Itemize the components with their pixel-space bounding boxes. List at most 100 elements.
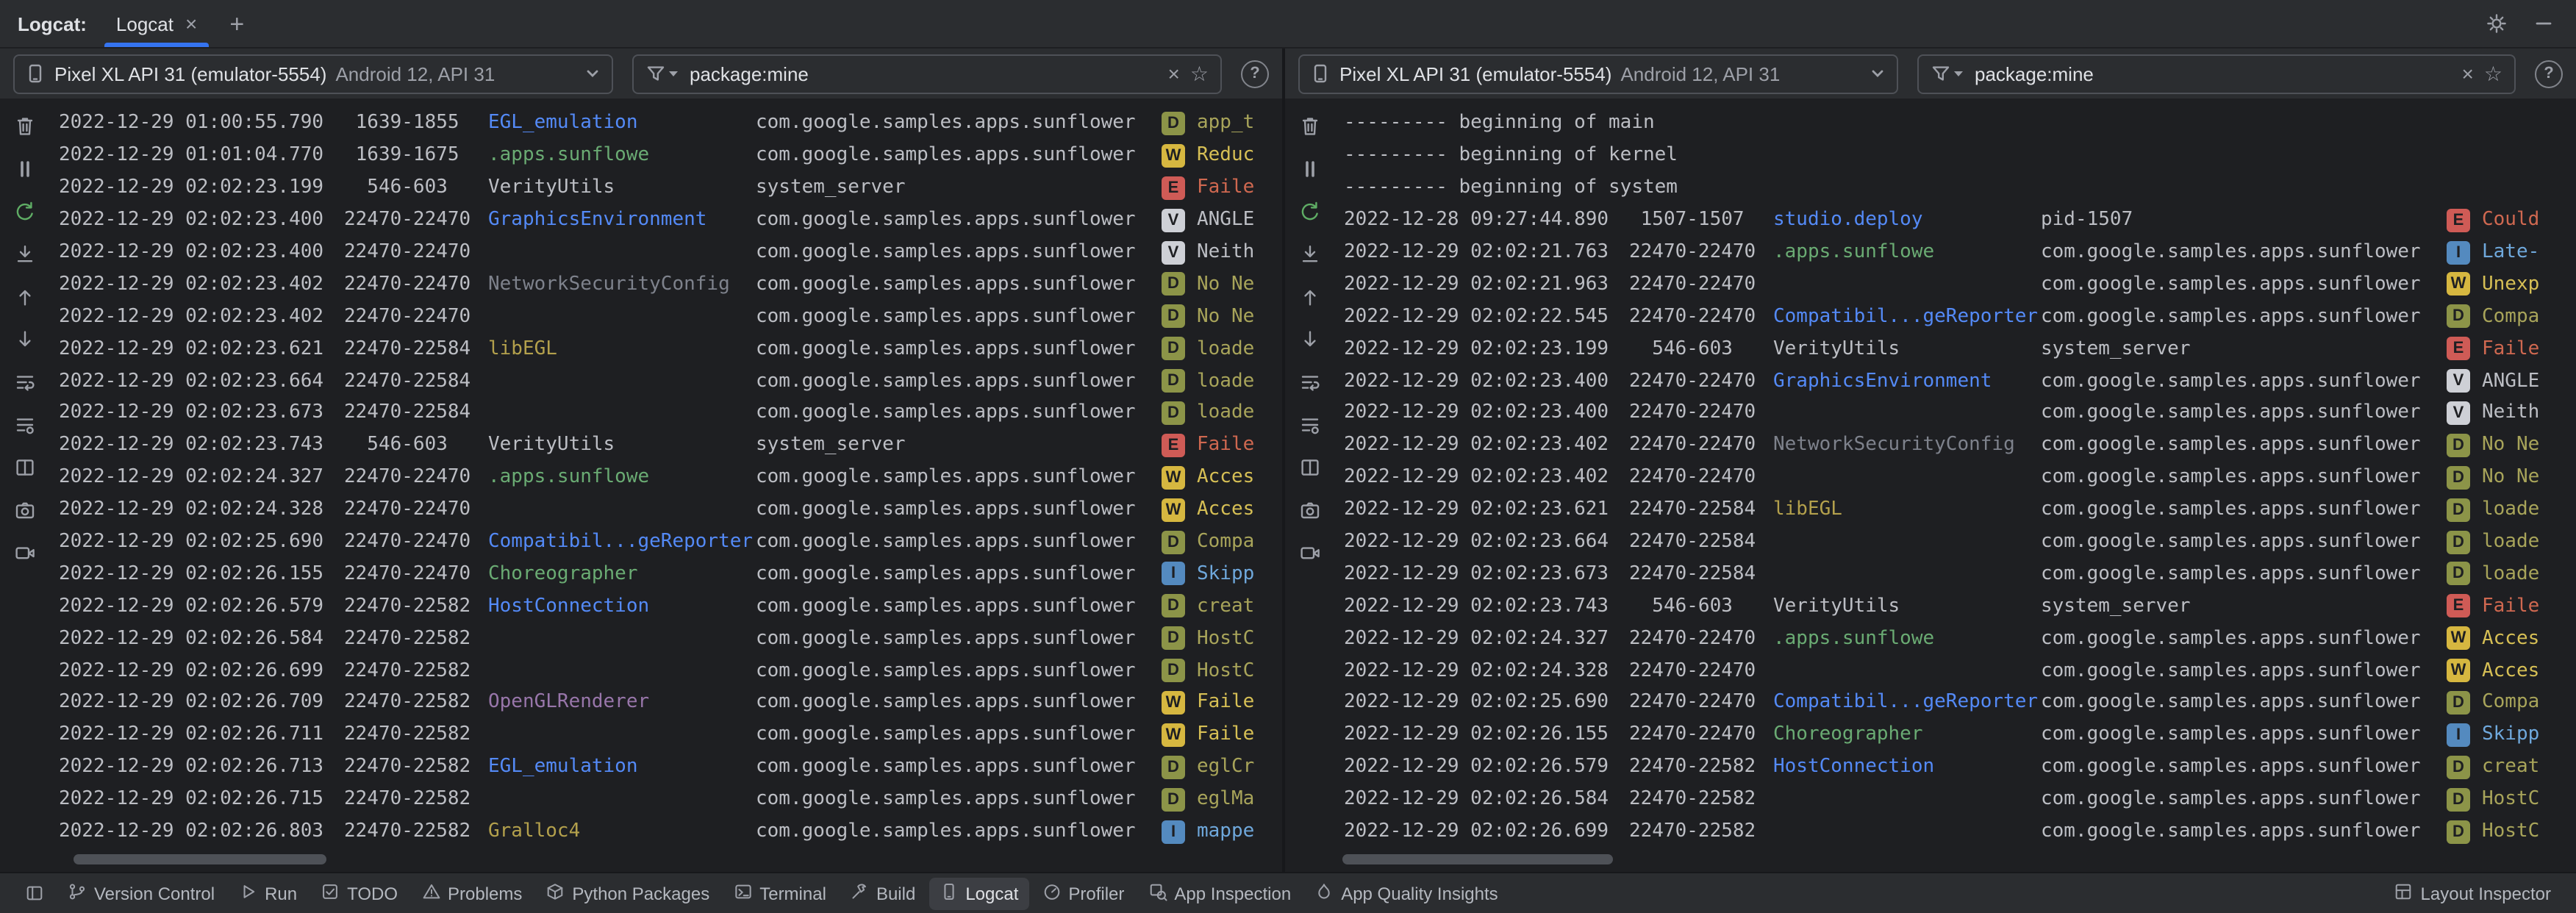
log-row[interactable]: 2022-12-29 02:02:25.690 22470-22470 Compat…: [59, 526, 1282, 558]
log-row[interactable]: 2022-12-29 02:02:23.621 22470-22584 libEGL…: [1344, 493, 2576, 526]
log-row[interactable]: 2022-12-29 02:02:26.715 22470-22582 com.go…: [59, 783, 1282, 815]
statusbar-item-build[interactable]: Build: [840, 877, 926, 909]
scroll-to-end-icon[interactable]: [1295, 240, 1325, 269]
log-row[interactable]: 2022-12-29 02:02:25.690 22470-22470 Compat…: [1344, 687, 2576, 719]
statusbar-item-todo[interactable]: TODO: [310, 877, 408, 909]
log-row[interactable]: 2022-12-29 02:02:21.763 22470-22470 .apps.…: [1344, 236, 2576, 268]
statusbar-item-app-inspection[interactable]: App Inspection: [1137, 877, 1301, 909]
favorite-filter-star-icon[interactable]: ☆: [2484, 63, 2502, 84]
log-row[interactable]: 2022-12-28 09:27:44.890 1507-1507 studio.…: [1344, 204, 2576, 236]
filter-query-text[interactable]: package:mine: [690, 62, 1158, 85]
log-row[interactable]: 2022-12-29 02:02:26.584 22470-22582 com.go…: [1344, 783, 2576, 815]
statusbar-item-app-quality-insights[interactable]: App Quality Insights: [1304, 877, 1508, 909]
tab-close-icon[interactable]: ×: [185, 13, 197, 34]
record-screen-icon[interactable]: [10, 538, 40, 568]
statusbar-item-problems[interactable]: Problems: [411, 877, 532, 909]
log-row[interactable]: 2022-12-29 02:02:23.199 546-603 VerityUti…: [59, 172, 1282, 204]
log-row[interactable]: 2022-12-29 02:02:26.699 22470-22582 com.go…: [59, 654, 1282, 687]
log-row[interactable]: 2022-12-29 02:02:22.545 22470-22470 Compat…: [1344, 301, 2576, 333]
split-panels-icon[interactable]: [10, 453, 40, 482]
log-row[interactable]: 2022-12-29 02:02:23.402 22470-22470 com.go…: [59, 301, 1282, 333]
statusbar-item-version-control[interactable]: Version Control: [57, 877, 225, 909]
log-row[interactable]: 2022-12-29 02:02:26.584 22470-22582 com.go…: [59, 623, 1282, 655]
log-row[interactable]: --------- beginning of system: [1344, 172, 2576, 204]
log-row[interactable]: --------- beginning of kernel: [1344, 140, 2576, 172]
restart-logcat-icon[interactable]: [1295, 197, 1325, 226]
configure-logcat-options-icon[interactable]: [10, 410, 40, 440]
log-row[interactable]: 2022-12-29 02:02:23.400 22470-22470 com.go…: [1344, 397, 2576, 429]
clear-filter-icon[interactable]: ×: [2462, 63, 2474, 84]
soft-wrap-icon[interactable]: [10, 368, 40, 397]
log-row[interactable]: 2022-12-29 02:02:26.711 22470-22582 com.go…: [59, 719, 1282, 751]
log-row[interactable]: 2022-12-29 02:02:26.579 22470-22582 HostCo…: [1344, 751, 2576, 784]
statusbar-item-logcat[interactable]: Logcat: [929, 877, 1029, 909]
log-row[interactable]: 2022-12-29 02:02:26.713 22470-22582 EGL_em…: [59, 751, 1282, 784]
log-row[interactable]: 2022-12-29 02:02:23.621 22470-22584 libEGL…: [59, 332, 1282, 365]
scroll-to-end-icon[interactable]: [10, 240, 40, 269]
new-logcat-tab-button[interactable]: +: [215, 11, 259, 36]
configure-logcat-options-icon[interactable]: [1295, 410, 1325, 440]
favorite-filter-star-icon[interactable]: ☆: [1190, 63, 1209, 84]
log-row[interactable]: 2022-12-29 02:02:23.402 22470-22470 com.go…: [1344, 462, 2576, 494]
horizontal-scrollbar[interactable]: [1342, 854, 1613, 864]
log-row[interactable]: 2022-12-29 02:02:23.400 22470-22470 Graphi…: [59, 204, 1282, 236]
log-row[interactable]: 2022-12-29 02:02:24.328 22470-22470 com.go…: [59, 493, 1282, 526]
log-row[interactable]: 2022-12-29 02:02:23.402 22470-22470 Networ…: [1344, 429, 2576, 462]
log-row[interactable]: 2022-12-29 02:02:24.328 22470-22470 com.go…: [1344, 654, 2576, 687]
log-row[interactable]: 2022-12-29 02:02:23.664 22470-22584 com.go…: [1344, 526, 2576, 558]
clear-filter-icon[interactable]: ×: [1168, 63, 1180, 84]
log-row[interactable]: 2022-12-29 02:02:23.673 22470-22584 com.go…: [1344, 558, 2576, 590]
log-row[interactable]: 2022-12-29 02:02:23.400 22470-22470 Graphi…: [1344, 365, 2576, 397]
log-row[interactable]: 2022-12-29 02:02:24.327 22470-22470 .apps.…: [59, 462, 1282, 494]
split-panels-icon[interactable]: [1295, 453, 1325, 482]
statusbar-item-python-packages[interactable]: Python Packages: [535, 877, 720, 909]
next-occurrence-icon[interactable]: [10, 325, 40, 354]
pause-logcat-icon[interactable]: [1295, 154, 1325, 184]
log-row[interactable]: 2022-12-29 02:02:26.579 22470-22582 HostCo…: [59, 590, 1282, 623]
take-screenshot-icon[interactable]: [1295, 495, 1325, 525]
log-row[interactable]: 2022-12-29 02:02:26.699 22470-22582 com.go…: [1344, 815, 2576, 848]
settings-gear-icon[interactable]: [2479, 6, 2514, 41]
restart-logcat-icon[interactable]: [10, 197, 40, 226]
help-icon[interactable]: ?: [1241, 60, 1269, 87]
log-row[interactable]: --------- beginning of main: [1344, 107, 2576, 140]
record-screen-icon[interactable]: [1295, 538, 1325, 568]
hide-tool-window-icon[interactable]: [2526, 6, 2561, 41]
pause-logcat-icon[interactable]: [10, 154, 40, 184]
log-area[interactable]: 2022-12-29 01:00:55.790 1639-1855 EGL_emu…: [50, 100, 1282, 872]
statusbar-item-run[interactable]: Run: [228, 877, 307, 909]
statusbar-item-terminal[interactable]: Terminal: [723, 877, 837, 909]
log-row[interactable]: 2022-12-29 02:02:23.402 22470-22470 Networ…: [59, 268, 1282, 301]
horizontal-scrollbar[interactable]: [74, 854, 326, 864]
log-row[interactable]: 2022-12-29 02:02:23.400 22470-22470 com.go…: [59, 236, 1282, 268]
clear-logcat-icon[interactable]: [1295, 112, 1325, 141]
filter-query-text[interactable]: package:mine: [1975, 62, 2452, 85]
tool-window-bars-icon[interactable]: [15, 879, 54, 907]
log-row[interactable]: 2022-12-29 02:02:23.199 546-603 VerityUti…: [1344, 332, 2576, 365]
log-row[interactable]: 2022-12-29 02:02:23.743 546-603 VerityUti…: [1344, 590, 2576, 623]
log-row[interactable]: 2022-12-29 02:02:26.709 22470-22582 OpenGL…: [59, 687, 1282, 719]
logcat-filter-input[interactable]: package:mine × ☆: [1917, 54, 2516, 93]
log-row[interactable]: 2022-12-29 02:02:26.803 22470-22582 Grallo…: [59, 815, 1282, 848]
log-row[interactable]: 2022-12-29 02:02:21.963 22470-22470 com.go…: [1344, 268, 2576, 301]
log-row[interactable]: 2022-12-29 02:02:23.743 546-603 VerityUti…: [59, 429, 1282, 462]
log-row[interactable]: 2022-12-29 02:02:26.155 22470-22470 Choreo…: [59, 558, 1282, 590]
statusbar-item-profiler[interactable]: Profiler: [1031, 877, 1134, 909]
previous-occurrence-icon[interactable]: [1295, 282, 1325, 312]
log-row[interactable]: 2022-12-29 02:02:24.327 22470-22470 .apps.…: [1344, 623, 2576, 655]
log-row[interactable]: 2022-12-29 02:02:26.155 22470-22470 Choreo…: [1344, 719, 2576, 751]
help-icon[interactable]: ?: [2535, 60, 2563, 87]
statusbar-item-layout-inspector[interactable]: Layout Inspector: [2384, 877, 2561, 909]
log-area[interactable]: --------- beginning of main --------- beg…: [1335, 100, 2576, 872]
clear-logcat-icon[interactable]: [10, 112, 40, 141]
log-row[interactable]: 2022-12-29 02:02:23.673 22470-22584 com.go…: [59, 397, 1282, 429]
log-row[interactable]: 2022-12-29 01:00:55.790 1639-1855 EGL_emu…: [59, 107, 1282, 140]
soft-wrap-icon[interactable]: [1295, 368, 1325, 397]
device-selector[interactable]: Pixel XL API 31 (emulator-5554) Android …: [1298, 54, 1898, 93]
log-row[interactable]: 2022-12-29 02:02:23.664 22470-22584 com.go…: [59, 365, 1282, 397]
filter-funnel-icon[interactable]: [645, 63, 679, 84]
previous-occurrence-icon[interactable]: [10, 282, 40, 312]
log-row[interactable]: 2022-12-29 01:01:04.770 1639-1675 .apps.s…: [59, 140, 1282, 172]
device-selector[interactable]: Pixel XL API 31 (emulator-5554) Android …: [13, 54, 613, 93]
tab-logcat[interactable]: Logcat ×: [99, 0, 215, 47]
